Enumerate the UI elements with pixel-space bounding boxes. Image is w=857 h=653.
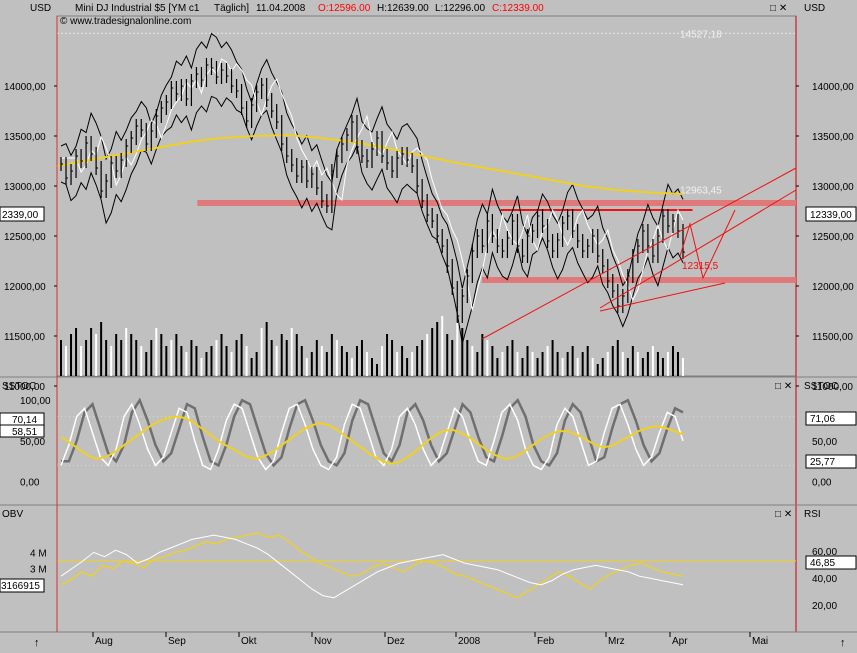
price-tick-right: 14000,00 <box>812 82 854 93</box>
price-tick-right: 12000,00 <box>812 282 854 293</box>
sstoc-controls[interactable]: □ ✕ <box>775 381 792 392</box>
time-tick-label: Apr <box>672 636 688 647</box>
obv-title: OBV <box>2 509 23 520</box>
symbol-title: Mini DJ Industrial $5 [YM c1 <box>75 3 200 14</box>
momentum-line <box>61 58 684 311</box>
time-tick-label: Mai <box>752 636 768 647</box>
sstoc-tick-right: 0,00 <box>812 478 832 489</box>
currency-right: USD <box>804 3 825 14</box>
last-price-value: 12339,00 <box>810 210 852 221</box>
rsi-value: 46,85 <box>810 558 835 569</box>
price-tick-left: 11500,00 <box>4 332 45 343</box>
price-tick-right: 12500,00 <box>812 232 854 243</box>
obv-value: 3166915 <box>1 581 40 592</box>
price-tick-left: 13000,00 <box>4 182 46 193</box>
trendline-channel <box>599 189 797 309</box>
chart-window: USD Mini DJ Industrial $5 [YM c1 Täglich… <box>0 0 857 649</box>
rsi-title: RSI <box>804 509 821 520</box>
bollinger-lower <box>60 95 684 344</box>
sstoc-right-top: 71,06 <box>810 414 835 425</box>
sstoc-title-right: SSTOC <box>804 381 838 392</box>
price-tick-right: 13500,00 <box>812 132 854 143</box>
time-tick-label: Aug <box>95 636 113 647</box>
price-tick-left: 12000,00 <box>4 282 46 293</box>
currency-left: USD <box>30 3 51 14</box>
price-tick-left: 13500,00 <box>4 132 46 143</box>
obv-controls[interactable]: □ ✕ <box>775 509 792 520</box>
sstoc-tick-left: 0,00 <box>20 478 40 489</box>
sstoc-layer <box>57 397 796 471</box>
trendline-up <box>481 167 797 340</box>
time-tick-label: Sep <box>168 636 186 647</box>
price-tick-left: 12500,00 <box>4 232 46 243</box>
period: Täglich] <box>214 3 249 14</box>
scroll-right-arrow-icon[interactable]: ↑ <box>840 637 846 649</box>
resistance-value-label: 12963,45 <box>680 186 722 197</box>
price-tick-right: 13000,00 <box>812 182 854 193</box>
obv-tick-left: 4 M <box>30 548 47 559</box>
high-value-label: 14527,18 <box>680 29 722 40</box>
time-tick-label: Mrz <box>608 636 625 647</box>
sstoc-title-left: SSTOC <box>2 381 36 392</box>
time-tick-label: Okt <box>241 636 257 647</box>
sstoc-tick-left: 50,00 <box>20 437 45 448</box>
rsi-tick-right: 20,00 <box>812 601 837 612</box>
price-tick-left: 14000,00 <box>4 82 46 93</box>
time-tick-label: 2008 <box>458 636 481 647</box>
chart-canvas: USD Mini DJ Industrial $5 [YM c1 Täglich… <box>0 0 857 649</box>
low-value: L:12296.00 <box>435 3 485 14</box>
obv-rsi-layer <box>57 532 796 599</box>
axis-layer: 14000,00 14000,00 13500,00 13500,00 13000,00… <box>4 16 854 647</box>
time-tick-label: Feb <box>537 636 555 647</box>
high-value: H:12639.00 <box>377 3 429 14</box>
date: 11.04.2008 <box>256 3 306 14</box>
sstoc-left-mid: 58,51 <box>12 427 37 438</box>
sstoc-tick-right: 50,00 <box>812 437 837 448</box>
price-layer: 14527,1812963,4512315,5 <box>56 29 797 376</box>
price-tick-right: 11500,00 <box>812 332 853 343</box>
window-controls[interactable]: □ ✕ <box>770 3 787 14</box>
close-value: C:12339.00 <box>492 3 544 14</box>
scroll-left-arrow-icon[interactable]: ↑ <box>34 637 40 649</box>
sstoc-left-top: 70,14 <box>12 415 37 426</box>
left-price-value: 2339,00 <box>2 210 39 221</box>
lower-zone <box>481 277 796 283</box>
obv-line <box>60 532 684 599</box>
time-tick-label: Dez <box>387 636 405 647</box>
obv-tick-left: 3 M <box>30 565 47 576</box>
rsi-tick-right: 40,00 <box>812 574 837 585</box>
open-value: O:12596.00 <box>318 3 371 14</box>
copyright: © www.tradesignalonline.com <box>60 16 191 27</box>
sstoc-right-bottom: 25,77 <box>810 457 835 468</box>
sstoc-tick-left: 100,00 <box>20 396 51 407</box>
time-tick-label: Nov <box>314 636 332 647</box>
